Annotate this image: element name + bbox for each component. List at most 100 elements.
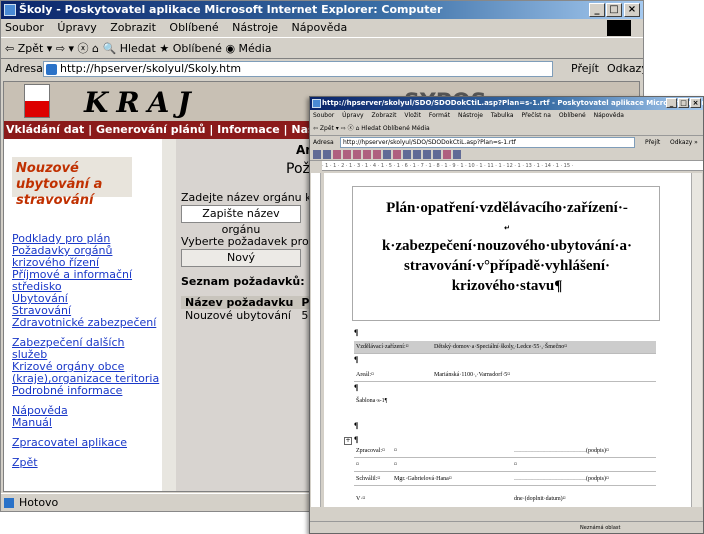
format-icon[interactable] — [313, 150, 321, 159]
format-icon[interactable] — [453, 150, 461, 159]
menu-upravy[interactable]: Úpravy — [57, 21, 96, 34]
address-label: Adresa — [313, 139, 334, 146]
sidebar-link-podrobne[interactable]: Podrobné informace — [12, 385, 162, 397]
window-title: Školy - Poskytovatel aplikace Microsoft … — [19, 3, 443, 16]
organ-name-input[interactable]: Zapište název orgánu — [181, 205, 301, 236]
address-input[interactable]: http://hpserver/skolyul/Skoly.htm — [43, 61, 553, 77]
menu-nastroje[interactable]: Nástroje — [458, 112, 483, 119]
requests-table: Název požadavkuPož Nouzové ubytování50 — [181, 296, 328, 322]
status-text: Hotovo — [19, 496, 59, 509]
table-row[interactable]: Schválil:¤ Mgr.·Gabrielová·Hana¤ ………………………… — [354, 473, 656, 486]
sidebar-link-zpet[interactable]: Zpět — [12, 457, 162, 469]
table-row[interactable]: Areál:¤ Mariánská·1100·,·Varnsdorf·5¤ — [354, 369, 656, 382]
toolbar-buttons[interactable]: ⇦ Zpět ▾ ⇨ ▾ ⓧ ⌂ 🔍 Hledat ★ Oblíbené ◉ M… — [5, 42, 272, 55]
row-value: Mgr.·Gabrielová·Hana¤ — [394, 476, 452, 482]
table-row[interactable]: Vzdělávací·zařízení:¤ Dětský·domov·a·Spec… — [354, 341, 656, 354]
table-move-handle-icon[interactable]: + — [344, 437, 352, 445]
sidebar-link-krizove-organy[interactable]: Krizové orgány obce (kraje),organizace t… — [12, 361, 162, 385]
sidebar-title: Nouzové ubytování a stravování — [12, 157, 132, 208]
sidebar-link-zdravotnicke[interactable]: Zdravotnické zabezpečení — [12, 317, 162, 329]
format-icon[interactable] — [433, 150, 441, 159]
menu-zobrazit[interactable]: Zobrazit — [110, 21, 156, 34]
vertical-ruler — [311, 173, 321, 507]
horizontal-ruler: · 1 · 1 · 2 · 1 · 3 · 1 · 4 · 1 · 5 · 1 … — [322, 161, 703, 171]
menu-oblibene[interactable]: Oblíbené — [169, 21, 218, 34]
doc-title-line: ↵ — [504, 224, 510, 232]
sidebar-link-sluzby[interactable]: Zabezpečení dalších služeb — [12, 337, 162, 361]
row-value: Dětský·domov·a·Speciální·školy,·Ledce·55… — [434, 344, 568, 350]
format-icon[interactable] — [423, 150, 431, 159]
address-value: http://hpserver/skolyul/Skoly.htm — [60, 62, 242, 75]
format-icon[interactable] — [353, 150, 361, 159]
ie-icon — [4, 4, 16, 16]
address-bar: Adresa http://hpserver/skolyul/Skoly.htm… — [1, 59, 643, 79]
minimize-button[interactable]: _ — [666, 98, 677, 108]
row-signature: ………………………………(podpis)¤ — [514, 448, 609, 454]
format-icon[interactable] — [363, 150, 371, 159]
format-icon[interactable] — [403, 150, 411, 159]
title-bar[interactable]: Školy - Poskytovatel aplikace Microsoft … — [1, 1, 643, 19]
sidebar-scrollbar[interactable] — [162, 139, 176, 491]
row-value: Mariánská·1100·,·Varnsdorf·5¤ — [434, 372, 511, 378]
format-icon[interactable] — [323, 150, 331, 159]
go-button[interactable]: Přejít — [571, 59, 599, 79]
menu-bar: Soubor Úpravy Zobrazit Oblíbené Nástroje… — [1, 19, 643, 37]
menu-oblibene[interactable]: Oblíbené — [559, 112, 586, 119]
windows-logo-icon — [607, 20, 631, 36]
sidebar-link-pozadavky[interactable]: Požadavky orgánů krizového řízení — [12, 245, 162, 269]
new-button[interactable]: Nový — [181, 249, 301, 267]
format-icon[interactable] — [443, 150, 451, 159]
doc-title-line: krizového·stavu¶ — [451, 278, 563, 294]
format-icon[interactable] — [383, 150, 391, 159]
menu-napoveda[interactable]: Nápověda — [594, 112, 624, 119]
row-label: Schválil:¤ — [356, 476, 381, 482]
row-signature: ¤ — [514, 462, 517, 468]
table-row[interactable]: V·¤ dne·(doplnit·datum)¤ — [354, 493, 656, 506]
format-icon[interactable] — [373, 150, 381, 159]
menu-precist[interactable]: Přečíst na — [522, 112, 551, 119]
format-icon[interactable] — [333, 150, 341, 159]
row-value: ¤ — [394, 448, 397, 454]
row-value: ¤ — [394, 462, 397, 468]
menu-napoveda[interactable]: Nápověda — [292, 21, 348, 34]
maximize-button[interactable]: □ — [606, 3, 622, 17]
menu-upravy[interactable]: Úpravy — [342, 112, 363, 119]
row-signature: dne·(doplnit·datum)¤ — [514, 496, 566, 502]
menu-tabulka[interactable]: Tabulka — [491, 112, 514, 119]
sidebar-link-prijmove[interactable]: Příjmové a informační středisko — [12, 269, 162, 293]
go-button[interactable]: Přejít — [645, 136, 660, 149]
menu-vlozit[interactable]: Vložit — [404, 112, 421, 119]
toolbar[interactable]: ⇦ Zpět ▾ ⇨ ⓧ ⌂ Hledat Oblíbené Média — [310, 122, 703, 136]
address-input[interactable]: http://hpserver/skolyul/SDO/SDODokCtiL.a… — [340, 137, 635, 148]
format-icon[interactable] — [393, 150, 401, 159]
banner-title: KRAJ — [84, 86, 199, 119]
maximize-button[interactable]: □ — [678, 98, 689, 108]
menu-nastroje[interactable]: Nástroje — [232, 21, 278, 34]
menu-soubor[interactable]: Soubor — [313, 112, 334, 119]
list-title: Seznam požadavků: — [181, 275, 305, 288]
formatting-toolbar[interactable] — [310, 149, 703, 161]
table-row[interactable]: ¤ ¤ ¤ — [354, 459, 656, 472]
table-row[interactable]: Nouzové ubytování50 — [181, 309, 327, 322]
table-row[interactable]: Zpracoval:¤ ¤ ………………………………(podpis)¤ — [354, 445, 656, 458]
links-button[interactable]: Odkazy » — [670, 136, 698, 149]
template-label: Šablona·s-1¶ — [354, 395, 656, 408]
row-label: V·¤ — [356, 496, 366, 502]
links-button[interactable]: Odkazy » — [607, 59, 643, 79]
document-scrollbar[interactable] — [691, 173, 702, 507]
title-box: Plán·opatření·vzdělávacího·zařízení·- ↵ … — [352, 186, 660, 321]
format-icon[interactable] — [413, 150, 421, 159]
format-icon[interactable] — [343, 150, 351, 159]
toolbar[interactable]: ⇦ Zpět ▾ ⇨ ▾ ⓧ ⌂ 🔍 Hledat ★ Oblíbené ◉ M… — [1, 37, 643, 59]
menu-soubor[interactable]: Soubor — [5, 21, 44, 34]
minimize-button[interactable]: _ — [589, 3, 605, 17]
sidebar-link-zpracovatel[interactable]: Zpracovatel aplikace — [12, 437, 162, 449]
close-button[interactable]: × — [624, 3, 640, 17]
menu-zobrazit[interactable]: Zobrazit — [372, 112, 397, 119]
menu-format[interactable]: Formát — [429, 112, 450, 119]
close-button[interactable]: × — [690, 98, 701, 108]
ie-window-plan: http://hpserver/skolyul/SDO/SDODokCtiL.a… — [309, 96, 704, 534]
sidebar-link-manual[interactable]: Manuál — [12, 417, 162, 429]
title-bar[interactable]: http://hpserver/skolyul/SDO/SDODokCtiL.a… — [310, 97, 703, 110]
row-signature: ………………………………(podpis)¤ — [514, 476, 609, 482]
